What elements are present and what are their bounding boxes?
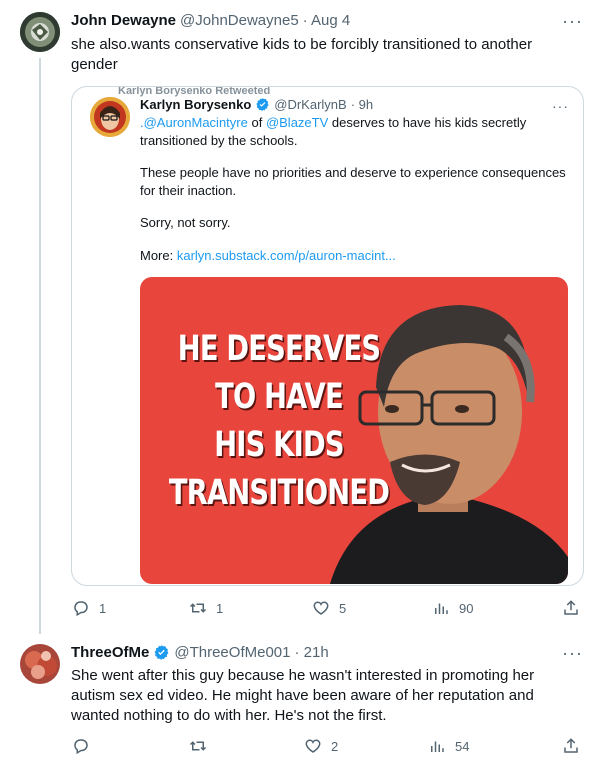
quoted-media-image[interactable]: HE DESERVES TO HAVE HIS KIDS TRANSITIONE…: [140, 277, 568, 584]
tweet-header: ThreeOfMe @ThreeOfMe001 · 21h: [71, 644, 329, 661]
reply-button[interactable]: 1: [72, 599, 106, 617]
retweet-button[interactable]: [189, 737, 216, 755]
share-icon: [564, 738, 578, 753]
like-button[interactable]: 2: [304, 737, 338, 755]
avatar-image: [20, 12, 60, 52]
author-handle[interactable]: @JohnDewayne5: [180, 12, 299, 29]
quoted-tweet[interactable]: Karlyn Borysenko Retweeted Karlyn Boryse…: [71, 86, 584, 586]
retweet-icon: [189, 741, 207, 751]
views-button[interactable]: 90: [432, 599, 473, 617]
share-icon: [564, 600, 578, 615]
tweet-text: She went after this guy because he wasn'…: [71, 667, 535, 724]
views-count: 90: [459, 600, 474, 616]
mention-auronmacintyre[interactable]: .@AuronMacintyre: [140, 115, 248, 130]
tweet-john-dewayne[interactable]: John Dewayne @JohnDewayne5 · Aug 4 ··· s…: [0, 0, 597, 640]
quoted-timestamp[interactable]: · 9h: [351, 97, 373, 112]
quoted-author-name[interactable]: Karlyn Borysenko: [140, 97, 251, 112]
timestamp[interactable]: · Aug 4: [303, 12, 351, 29]
quoted-text-line1: .@AuronMacintyre of @BlazeTV deserves to…: [140, 115, 527, 148]
reply-count: 1: [99, 600, 107, 616]
quoted-header: Karlyn Borysenko @DrKarlynB · 9h: [140, 97, 373, 112]
mention-blazetv[interactable]: @BlazeTV: [266, 115, 328, 130]
reply-icon: [74, 601, 88, 617]
tweet-text: she also.wants conservative kids to be f…: [71, 36, 533, 73]
avatar[interactable]: [20, 644, 60, 684]
tweet-actions: 2 54: [72, 737, 582, 757]
views-count: 54: [455, 738, 470, 754]
quoted-avatar-image: [90, 97, 130, 137]
like-icon: [313, 601, 329, 615]
avatar-image: [20, 644, 60, 684]
more-icon[interactable]: ···: [562, 644, 583, 662]
like-button[interactable]: 5: [312, 599, 346, 617]
tweet-header: John Dewayne @JohnDewayne5 · Aug 4: [71, 12, 350, 29]
quoted-more-icon[interactable]: ···: [552, 99, 569, 113]
retweet-button[interactable]: 1: [189, 599, 223, 617]
share-button[interactable]: [562, 737, 580, 755]
views-button[interactable]: 54: [428, 737, 469, 755]
retweeted-header-cut: Karlyn Borysenko Retweeted: [118, 86, 271, 97]
author-handle[interactable]: @ThreeOfMe001: [174, 644, 290, 661]
retweet-count: 1: [216, 600, 224, 616]
quoted-avatar[interactable]: [90, 97, 130, 137]
retweet-icon: [189, 603, 207, 613]
verified-badge-icon: [256, 97, 269, 112]
more-icon[interactable]: ···: [562, 12, 583, 30]
avatar[interactable]: [20, 12, 60, 52]
like-icon: [305, 739, 321, 753]
author-name[interactable]: John Dewayne: [71, 12, 176, 29]
verified-badge-icon: [154, 645, 169, 660]
tweet-actions: 1 1 5 90: [72, 599, 582, 619]
tweet-threeofme[interactable]: ThreeOfMe @ThreeOfMe001 · 21h ··· She we…: [0, 640, 597, 768]
like-count: 5: [339, 600, 347, 616]
author-name[interactable]: ThreeOfMe: [71, 644, 149, 661]
quoted-more-line: More: karlyn.substack.com/p/auron-macint…: [140, 248, 396, 263]
views-icon: [435, 603, 448, 614]
share-button[interactable]: [562, 599, 580, 617]
timestamp[interactable]: · 21h: [294, 644, 328, 661]
quoted-author-handle[interactable]: @DrKarlynB: [274, 97, 346, 112]
like-count: 2: [331, 738, 339, 754]
reply-button[interactable]: [72, 737, 99, 755]
man-portrait-illustration: [330, 305, 568, 584]
reply-icon: [74, 739, 88, 755]
quoted-text-para3: Sorry, not sorry.: [140, 215, 231, 230]
substack-link[interactable]: karlyn.substack.com/p/auron-macint...: [177, 248, 396, 263]
quoted-text-para2: These people have no priorities and dese…: [140, 165, 566, 198]
views-icon: [431, 741, 444, 752]
